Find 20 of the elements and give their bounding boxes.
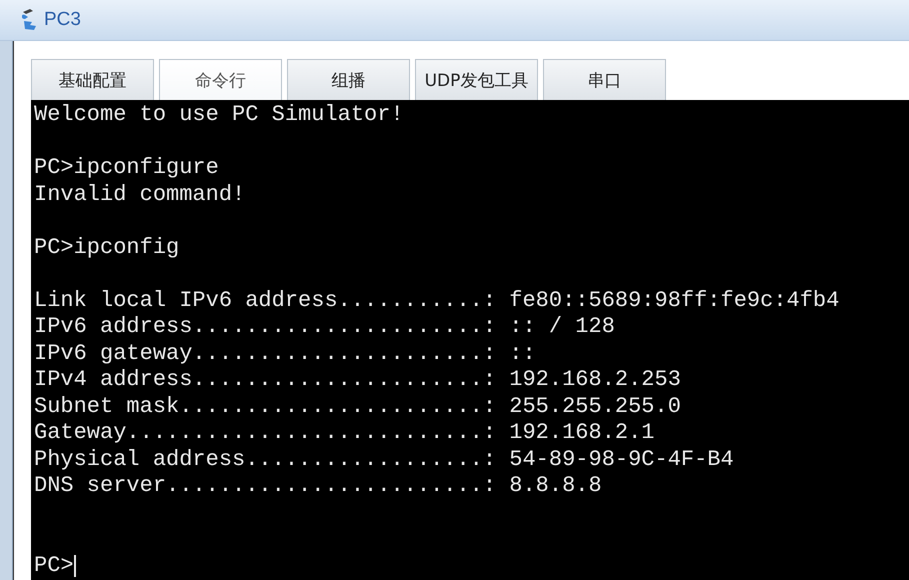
text-cursor [74, 554, 76, 577]
console-line: Invalid command! [34, 182, 246, 208]
console-line: IPv4 address......................: 192.168.2.253 [34, 367, 681, 394]
tab[interactable]: UDP发包工具 [415, 59, 538, 100]
command-prompt: PC> [34, 552, 74, 579]
console-line: Subnet mask.......................: 255.255.255.0 [34, 394, 681, 420]
tab[interactable]: 组播 [287, 59, 410, 100]
console-line: Gateway...........................: 192.168.2.1 [34, 420, 655, 446]
tab[interactable]: 基础配置 [31, 59, 154, 100]
console-line: PC>ipconfigure [34, 155, 219, 182]
console-line: IPv6 address......................: :: / 128 [34, 314, 615, 340]
console-line: Physical address..................: 54-89-98-9C-4F-B4 [34, 446, 734, 473]
console-line: Link local IPv6 address...........: fe80::5689:98ff:fe9c:4fb4 [34, 288, 840, 314]
tab[interactable]: 串口 [543, 59, 666, 100]
tab[interactable]: 命令行 [159, 59, 282, 100]
console-line: DNS server........................: 8.8.8.8 [34, 473, 602, 500]
window-title: PC3 [44, 9, 81, 31]
console-line: PC>ipconfig [34, 234, 180, 261]
console-line: Welcome to use PC Simulator! [34, 102, 404, 128]
console-line: IPv6 gateway......................: :: [34, 340, 536, 367]
